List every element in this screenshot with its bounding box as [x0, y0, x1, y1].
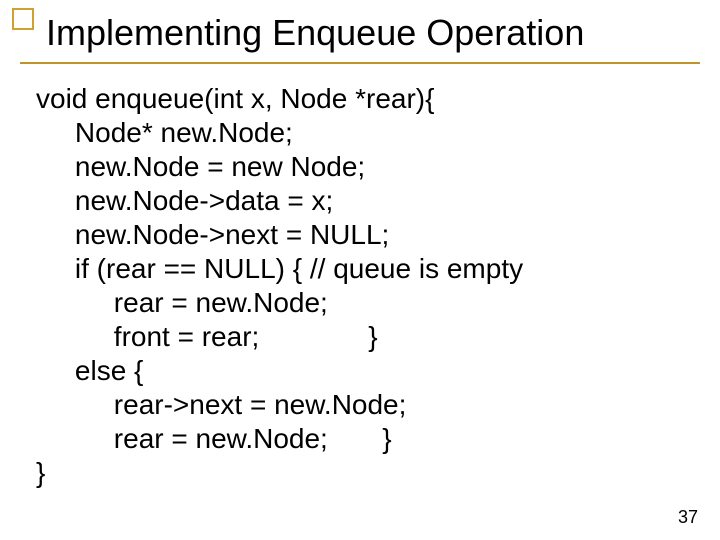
slide-title: Implementing Enqueue Operation — [46, 12, 584, 54]
title-underline — [20, 62, 700, 64]
slide: Implementing Enqueue Operation void enqu… — [0, 0, 720, 540]
code-block: void enqueue(int x, Node *rear){ Node* n… — [36, 82, 523, 490]
corner-decoration — [12, 8, 34, 30]
page-number: 37 — [678, 507, 698, 528]
